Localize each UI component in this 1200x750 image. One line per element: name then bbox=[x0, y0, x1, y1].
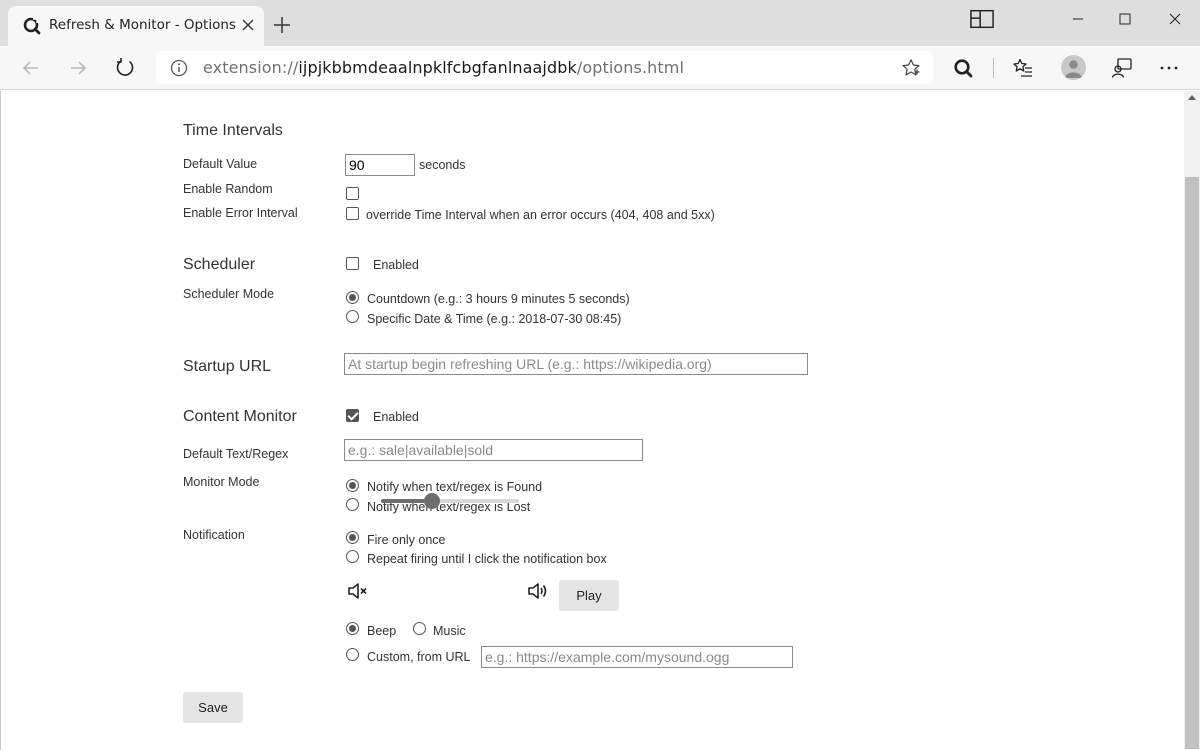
scheduler-mode-countdown-radio[interactable] bbox=[346, 291, 359, 304]
sound-custom-label: Custom, from URL bbox=[367, 650, 471, 664]
notification-label: Notification bbox=[183, 528, 245, 542]
address-bar[interactable]: extension://ijpjkbbmdeaalnpklfcbgfanlnaa… bbox=[156, 51, 933, 84]
back-button[interactable] bbox=[19, 56, 43, 80]
url-text[interactable]: extension://ijpjkbbmdeaalnpklfcbgfanlnaa… bbox=[203, 58, 684, 77]
maximize-icon bbox=[1119, 13, 1131, 25]
minimize-button[interactable] bbox=[1066, 8, 1090, 30]
forward-arrow-icon bbox=[71, 61, 87, 75]
tab-title: Refresh & Monitor - Options bbox=[49, 17, 236, 33]
feedback-button[interactable] bbox=[1110, 56, 1134, 80]
play-button[interactable]: Play bbox=[559, 580, 619, 611]
user-avatar-icon bbox=[1065, 60, 1082, 78]
favorites-button[interactable] bbox=[1011, 56, 1035, 80]
extension-refresh-monitor-button[interactable] bbox=[951, 56, 975, 80]
title-bar: Refresh & Monitor - Options bbox=[0, 0, 1200, 46]
maximize-button[interactable] bbox=[1113, 8, 1137, 30]
new-tab-icon[interactable] bbox=[273, 16, 291, 34]
scheduler-enabled-label: Enabled bbox=[373, 258, 419, 272]
default-text-regex-label: Default Text/Regex bbox=[183, 447, 289, 461]
refresh-monitor-icon bbox=[954, 59, 973, 78]
monitor-mode-label: Monitor Mode bbox=[183, 475, 260, 489]
url-scheme: extension:// bbox=[203, 58, 299, 77]
custom-sound-url-input[interactable] bbox=[481, 646, 793, 668]
close-window-button[interactable] bbox=[1163, 8, 1187, 30]
scheduler-mode-specific-label: Specific Date & Time (e.g.: 2018-07-30 0… bbox=[367, 312, 622, 326]
feedback-icon bbox=[1111, 58, 1132, 78]
scroll-thumb[interactable] bbox=[1185, 177, 1199, 749]
back-arrow-icon bbox=[22, 61, 38, 75]
content-monitor-enabled-label: Enabled bbox=[373, 410, 419, 424]
enable-error-interval-checkbox[interactable] bbox=[346, 207, 359, 220]
browser-tab[interactable]: Refresh & Monitor - Options bbox=[8, 6, 264, 46]
page-scrollbar[interactable] bbox=[1184, 91, 1200, 750]
scheduler-heading: Scheduler bbox=[183, 256, 256, 273]
default-value-input[interactable] bbox=[345, 154, 415, 176]
enable-error-interval-desc: override Time Interval when an error occ… bbox=[366, 208, 715, 222]
more-menu-button[interactable] bbox=[1157, 56, 1181, 80]
tab-layout-icon bbox=[970, 9, 994, 29]
scheduler-enabled-checkbox[interactable] bbox=[346, 257, 359, 270]
volume-up-icon[interactable] bbox=[527, 582, 549, 600]
startup-url-input[interactable] bbox=[344, 353, 808, 375]
monitor-mode-lost-radio[interactable] bbox=[346, 498, 359, 511]
fire-once-radio[interactable] bbox=[346, 531, 359, 544]
favorites-icon bbox=[1013, 58, 1032, 77]
scheduler-mode-specific-radio[interactable] bbox=[346, 310, 359, 323]
refresh-monitor-icon bbox=[23, 17, 41, 35]
enable-random-label: Enable Random bbox=[183, 182, 273, 196]
repeat-firing-radio[interactable] bbox=[346, 550, 359, 563]
favorite-star-icon[interactable] bbox=[901, 58, 921, 78]
scheduler-mode-label: Scheduler Mode bbox=[183, 287, 275, 301]
close-tab-icon[interactable] bbox=[240, 17, 256, 33]
volume-slider[interactable] bbox=[381, 493, 519, 509]
content-monitor-enabled-checkbox[interactable] bbox=[346, 409, 359, 422]
url-path: /options.html bbox=[576, 58, 684, 77]
forward-button[interactable] bbox=[66, 56, 90, 80]
more-dots-icon bbox=[1160, 66, 1178, 70]
sound-beep-label: Beep bbox=[367, 624, 397, 638]
default-value-label: Default Value bbox=[183, 157, 258, 171]
fire-once-label: Fire only once bbox=[367, 533, 446, 547]
monitor-mode-found-label: Notify when text/regex is Found bbox=[367, 480, 543, 494]
sound-custom-radio[interactable] bbox=[346, 648, 359, 661]
enable-error-interval-label: Enable Error Interval bbox=[183, 206, 298, 220]
time-intervals-heading: Time Intervals bbox=[183, 122, 283, 139]
toolbar-separator bbox=[993, 58, 994, 78]
enable-random-checkbox[interactable] bbox=[346, 187, 359, 200]
reload-button[interactable] bbox=[113, 56, 137, 80]
default-text-regex-input[interactable] bbox=[344, 439, 643, 461]
content-monitor-heading: Content Monitor bbox=[183, 408, 297, 425]
startup-url-heading: Startup URL bbox=[183, 358, 272, 375]
volume-slider-thumb[interactable] bbox=[424, 493, 441, 509]
seconds-unit-label: seconds bbox=[419, 158, 466, 172]
sound-music-radio[interactable] bbox=[413, 622, 426, 635]
scroll-up-arrow-icon[interactable] bbox=[1188, 95, 1196, 100]
sound-music-label: Music bbox=[433, 624, 466, 638]
profile-avatar[interactable] bbox=[1061, 55, 1086, 80]
monitor-mode-found-radio[interactable] bbox=[346, 479, 359, 492]
info-icon[interactable] bbox=[170, 59, 188, 77]
reload-icon bbox=[116, 58, 134, 76]
sound-beep-radio[interactable] bbox=[346, 622, 359, 635]
repeat-firing-label: Repeat firing until I click the notifica… bbox=[367, 552, 607, 566]
save-button[interactable]: Save bbox=[183, 692, 243, 723]
close-icon bbox=[1169, 13, 1181, 25]
volume-mute-icon[interactable] bbox=[347, 582, 369, 600]
browser-toolbar: extension://ijpjkbbmdeaalnpklfcbgfanlnaa… bbox=[0, 46, 1200, 90]
tab-layout-button[interactable] bbox=[970, 8, 994, 30]
scheduler-mode-countdown-label: Countdown (e.g.: 3 hours 9 minutes 5 sec… bbox=[367, 292, 630, 306]
url-host: ijpjkbbmdeaalnpklfcbgfanlnaajdbk bbox=[298, 58, 577, 77]
minimize-icon bbox=[1073, 18, 1083, 20]
